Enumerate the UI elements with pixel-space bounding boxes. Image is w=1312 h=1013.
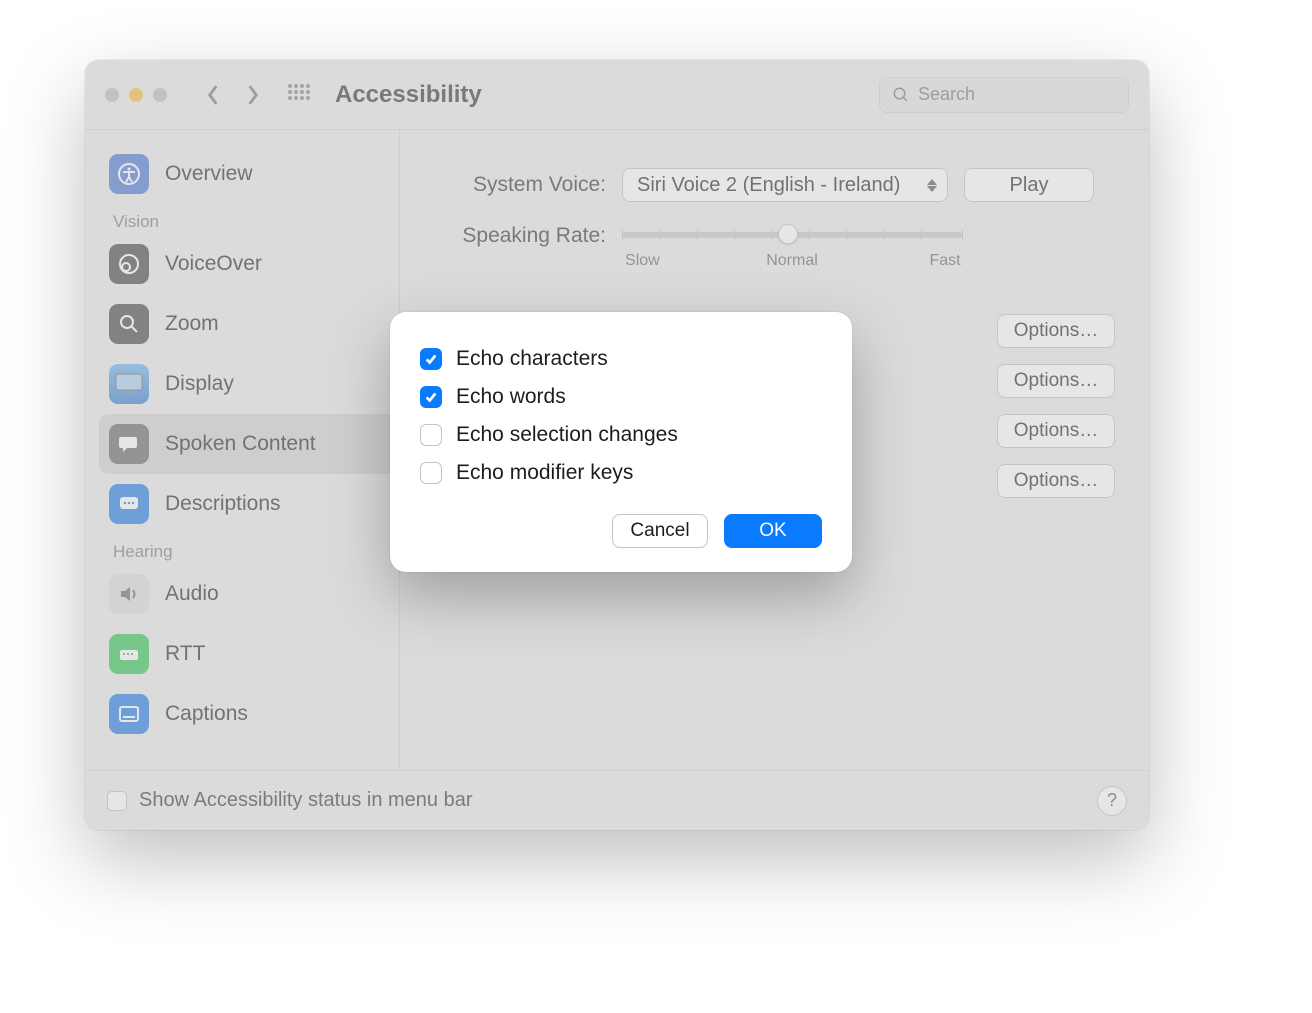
- checkmark-icon: [424, 390, 438, 404]
- echo-modifier-keys-checkbox[interactable]: [420, 462, 442, 484]
- echo-characters-option[interactable]: Echo characters: [420, 340, 822, 378]
- cancel-label: Cancel: [630, 520, 689, 542]
- ok-button[interactable]: OK: [724, 514, 822, 548]
- ok-label: OK: [759, 520, 786, 542]
- echo-selection-changes-checkbox[interactable]: [420, 424, 442, 446]
- echo-selection-changes-option[interactable]: Echo selection changes: [420, 416, 822, 454]
- option-label: Echo selection changes: [456, 423, 678, 447]
- checkmark-icon: [424, 352, 438, 366]
- echo-words-checkbox[interactable]: [420, 386, 442, 408]
- option-label: Echo modifier keys: [456, 461, 633, 485]
- echo-modifier-keys-option[interactable]: Echo modifier keys: [420, 454, 822, 492]
- option-label: Echo characters: [456, 347, 608, 371]
- option-label: Echo words: [456, 385, 566, 409]
- cancel-button[interactable]: Cancel: [612, 514, 708, 548]
- echo-characters-checkbox[interactable]: [420, 348, 442, 370]
- typing-feedback-dialog: Echo characters Echo words Echo selectio…: [390, 312, 852, 572]
- echo-words-option[interactable]: Echo words: [420, 378, 822, 416]
